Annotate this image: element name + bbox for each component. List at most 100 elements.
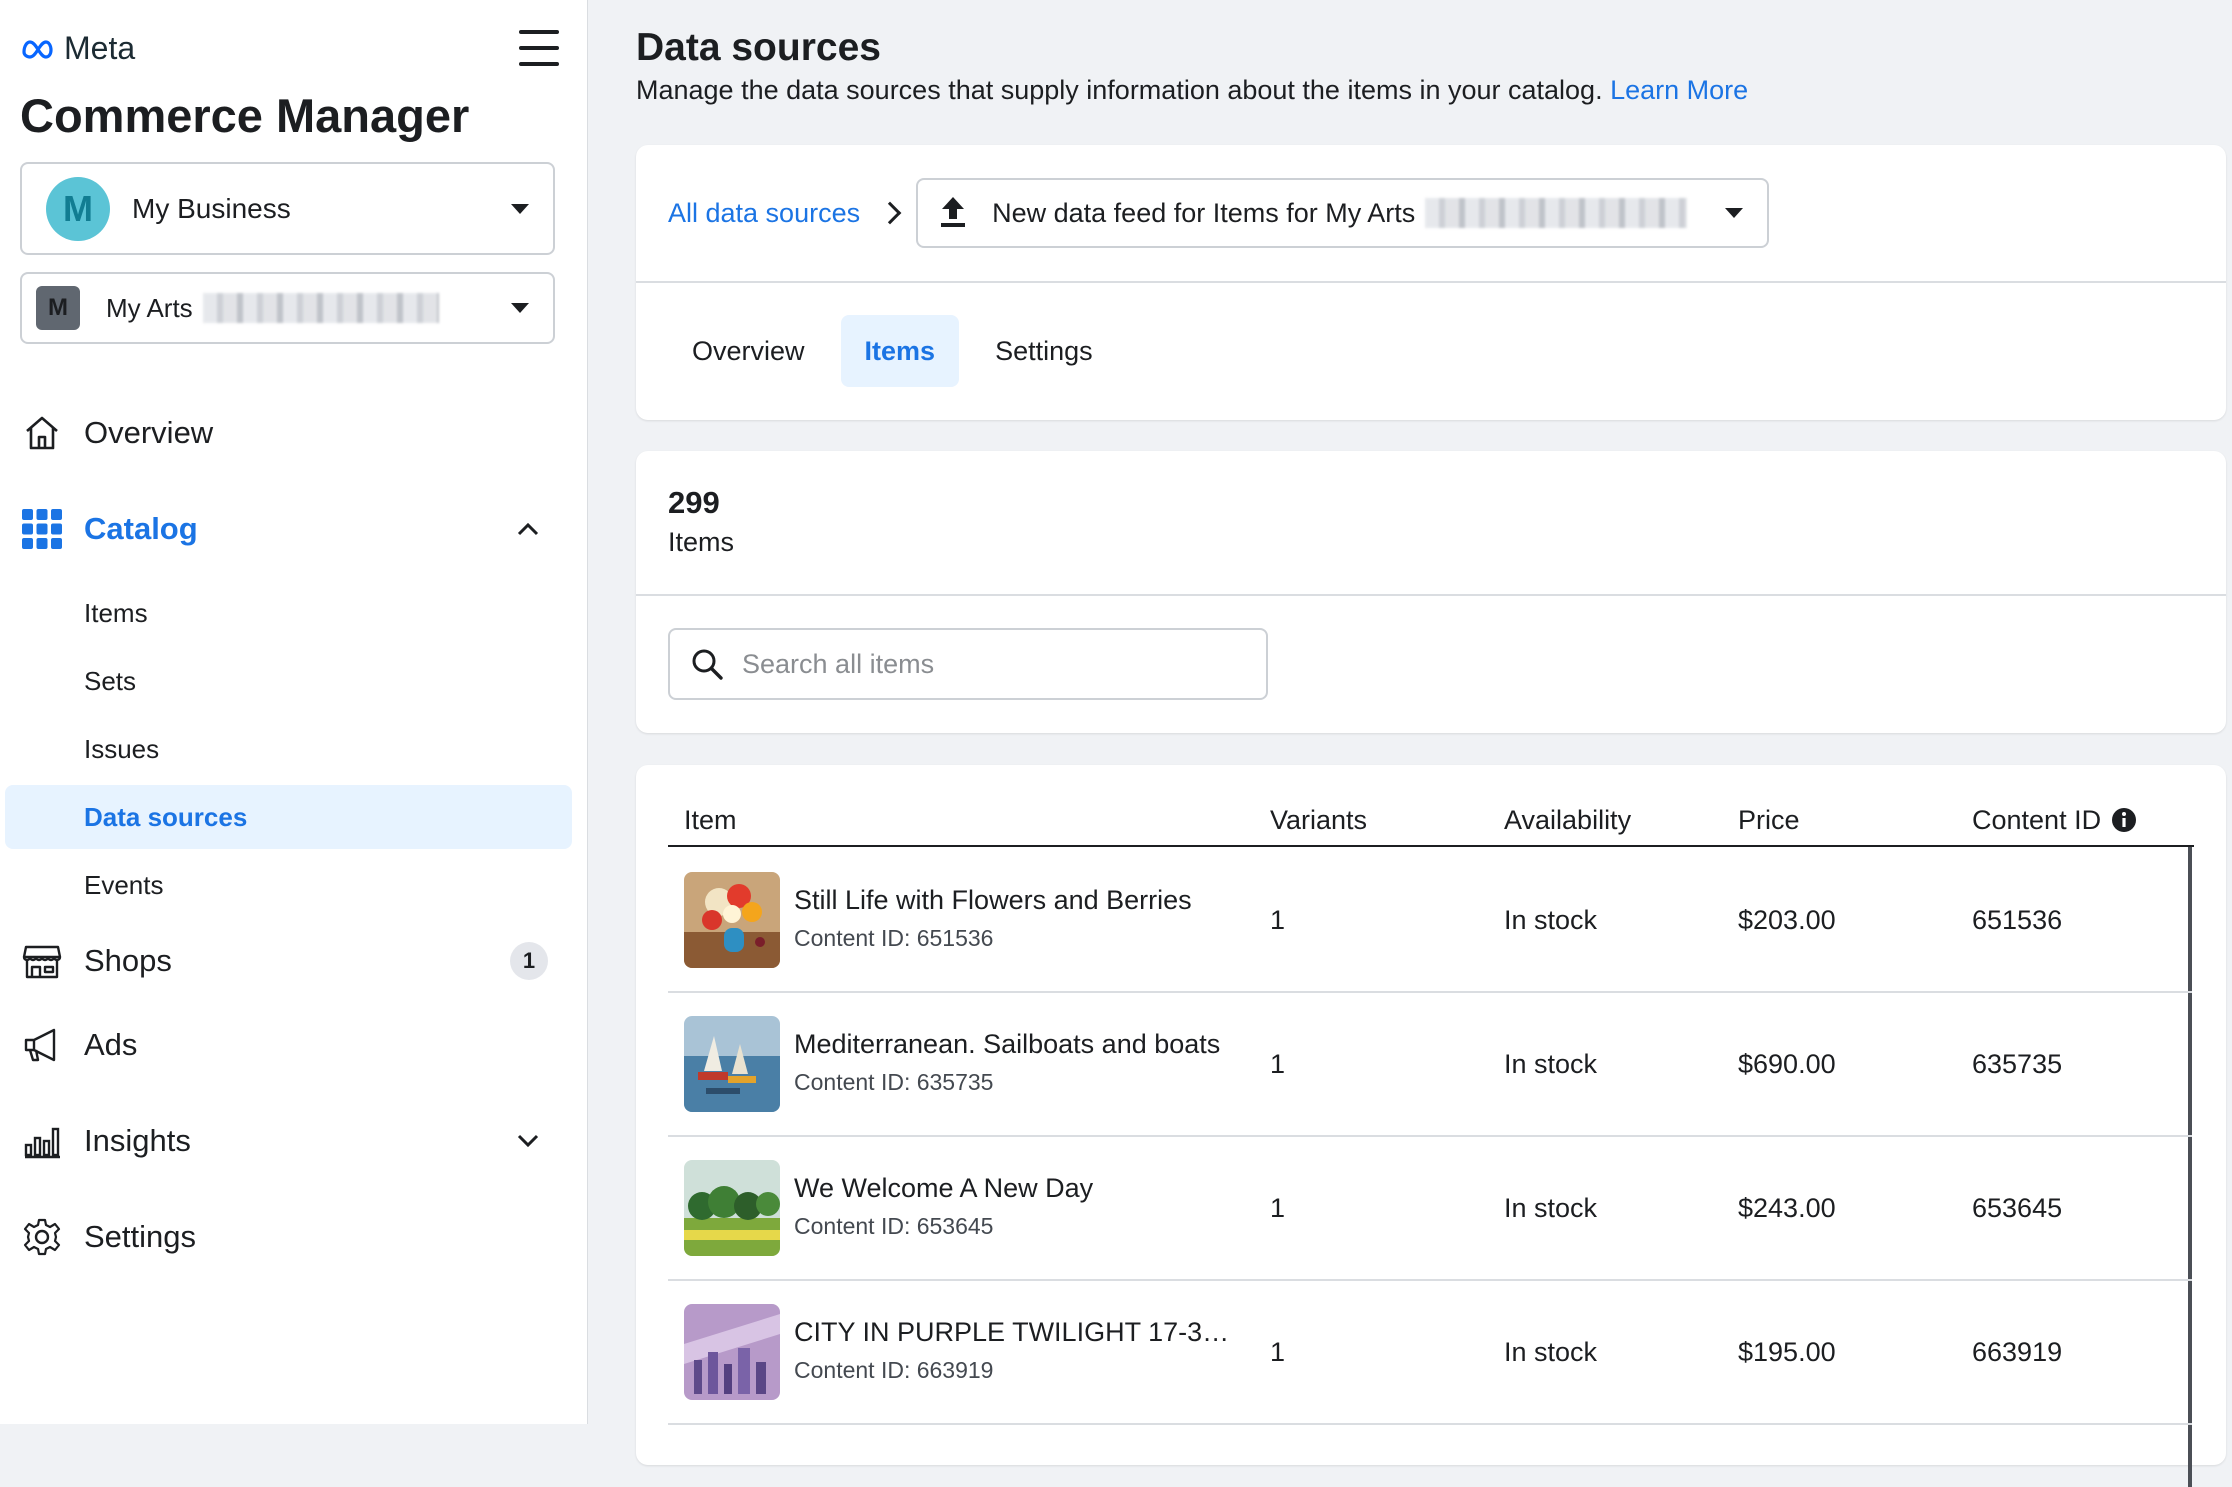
item-name[interactable]: We Welcome A New Day: [794, 1173, 1093, 1204]
table-row[interactable]: CITY IN PURPLE TWILIGHT 17-39... Content…: [668, 1279, 2192, 1425]
nav-insights-label: Insights: [84, 1123, 191, 1158]
nav-settings-label: Settings: [84, 1219, 197, 1254]
item-thumbnail: [684, 1016, 780, 1112]
item-availability: In stock: [1504, 1049, 1598, 1079]
chevron-up-icon[interactable]: [508, 509, 548, 549]
item-availability: In stock: [1504, 1337, 1598, 1367]
item-content-id-cell: 651536: [1972, 905, 2063, 935]
app-title: Commerce Manager: [20, 89, 470, 142]
nav-ads-label: Ads: [84, 1027, 138, 1062]
item-thumbnail: [684, 1160, 780, 1256]
item-content-id: Content ID: 635735: [794, 1069, 994, 1095]
item-content-id-cell: 653645: [1972, 1193, 2063, 1223]
brand-row: Meta: [20, 28, 567, 68]
caret-down-icon: [1725, 208, 1744, 218]
column-header-price[interactable]: Price: [1738, 795, 1800, 845]
items-count-label: Items: [668, 527, 735, 557]
nav-catalog[interactable]: Catalog: [20, 499, 548, 559]
item-name[interactable]: Mediterranean. Sailboats and boats: [794, 1029, 1220, 1060]
caret-down-icon: [511, 203, 529, 214]
search-icon: [692, 649, 723, 680]
nav-catalog-events[interactable]: Events: [5, 853, 572, 917]
chevron-right-icon: [878, 201, 902, 225]
divider: [636, 281, 2226, 283]
table-row[interactable]: We Welcome A New Day Content ID: 653645 …: [668, 1135, 2192, 1281]
business-avatar: M: [46, 176, 110, 241]
megaphone-icon: [20, 1023, 64, 1067]
learn-more-link[interactable]: Learn More: [1610, 75, 1748, 105]
item-name[interactable]: CITY IN PURPLE TWILIGHT 17-39...: [794, 1317, 1234, 1348]
nav-shops[interactable]: Shops 1: [20, 931, 548, 991]
tab-items[interactable]: Items: [840, 315, 960, 387]
chevron-down-icon[interactable]: [508, 1121, 548, 1161]
nav-catalog-label: Catalog: [84, 511, 198, 546]
bar-chart-icon: [20, 1119, 64, 1163]
nav-catalog-issues[interactable]: Issues: [5, 717, 572, 781]
nav-overview-label: Overview: [84, 415, 214, 450]
page-subtitle-text: Manage the data sources that supply info…: [636, 75, 1603, 105]
item-price: $690.00: [1738, 1049, 1836, 1079]
item-content-id: Content ID: 651536: [794, 925, 994, 951]
breadcrumb: All data sources New data feed for Items…: [668, 177, 1770, 249]
redacted-text: [202, 293, 439, 323]
data-source-header-card: All data sources New data feed for Items…: [636, 145, 2226, 420]
shop-icon: [20, 939, 64, 983]
item-name[interactable]: Still Life with Flowers and Berries: [794, 885, 1192, 916]
item-content-id-cell: 663919: [1972, 1337, 2063, 1367]
item-variants: 1: [1270, 1337, 1286, 1367]
meta-logo[interactable]: Meta: [20, 30, 135, 67]
info-icon[interactable]: [2111, 807, 2137, 833]
caret-down-icon: [511, 303, 529, 313]
catalog-name: My Arts: [106, 292, 193, 323]
nav-insights[interactable]: Insights: [20, 1111, 548, 1171]
column-header-availability[interactable]: Availability: [1504, 795, 1631, 845]
table-row[interactable]: Mediterranean. Sailboats and boats Conte…: [668, 991, 2192, 1137]
item-availability: In stock: [1504, 905, 1598, 935]
data-feed-selector[interactable]: New data feed for Items for My Arts: [916, 178, 1770, 248]
tab-bar: Overview Items Settings: [668, 315, 1117, 387]
item-price: $195.00: [1738, 1337, 1836, 1367]
tab-overview[interactable]: Overview: [668, 315, 829, 387]
business-selector[interactable]: M My Business: [20, 162, 555, 255]
item-price: $243.00: [1738, 1193, 1836, 1223]
nav-catalog-items[interactable]: Items: [5, 581, 572, 645]
page-subtitle: Manage the data sources that supply info…: [636, 75, 1748, 106]
item-price: $203.00: [1738, 905, 1836, 935]
column-header-content-id-label: Content ID: [1972, 804, 2102, 835]
shops-count-badge: 1: [510, 942, 548, 980]
column-header-variants[interactable]: Variants: [1270, 795, 1367, 845]
upload-icon: [940, 195, 966, 232]
table-header: Item Variants Availability Price Content…: [668, 795, 2194, 847]
search-box[interactable]: [668, 628, 1268, 700]
nav-shops-label: Shops: [84, 943, 172, 978]
search-input[interactable]: [740, 647, 1244, 681]
divider: [636, 594, 2226, 596]
nav-ads[interactable]: Ads: [20, 1015, 548, 1075]
brand-name: Meta: [64, 29, 136, 66]
item-content-id: Content ID: 663919: [794, 1357, 994, 1383]
items-count: 299: [668, 485, 720, 520]
column-header-content-id[interactable]: Content ID: [1972, 795, 2137, 845]
item-availability: In stock: [1504, 1193, 1598, 1223]
catalog-selector[interactable]: M My Arts: [20, 272, 555, 344]
all-data-sources-link[interactable]: All data sources: [668, 198, 860, 229]
business-name: My Business: [132, 192, 291, 224]
main-content: Data sources Manage the data sources tha…: [588, 0, 2232, 1487]
nav-overview[interactable]: Overview: [20, 403, 548, 463]
item-thumbnail: [684, 872, 780, 968]
items-summary-card: 299 Items: [636, 451, 2226, 733]
hamburger-menu-icon[interactable]: [519, 30, 567, 66]
item-thumbnail: [684, 1304, 780, 1400]
table-row[interactable]: Still Life with Flowers and Berries Cont…: [668, 847, 2192, 993]
gear-icon: [20, 1215, 64, 1259]
nav-catalog-data-sources[interactable]: Data sources: [5, 785, 572, 849]
nav-settings[interactable]: Settings: [20, 1207, 548, 1267]
column-header-item[interactable]: Item: [684, 795, 737, 845]
sidebar: Meta Commerce Manager M My Business M My…: [0, 0, 588, 1424]
nav-catalog-sets[interactable]: Sets: [5, 649, 572, 713]
items-table-card: Item Variants Availability Price Content…: [636, 765, 2226, 1487]
page-title: Data sources: [636, 26, 881, 69]
item-content-id: Content ID: 653645: [794, 1213, 994, 1239]
tab-settings[interactable]: Settings: [971, 315, 1117, 387]
item-variants: 1: [1270, 1193, 1286, 1223]
